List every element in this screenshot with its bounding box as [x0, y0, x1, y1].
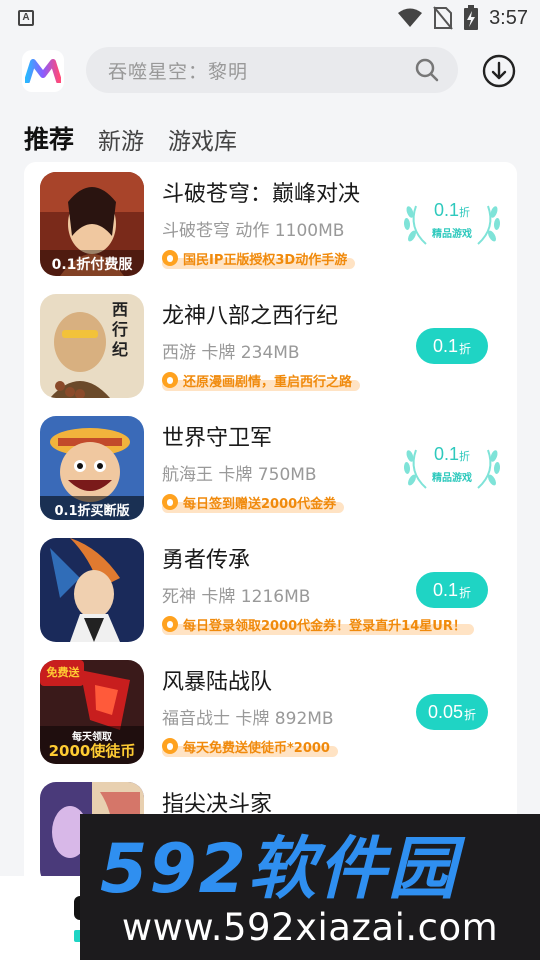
- discount-value: 0.1折: [433, 200, 471, 220]
- game-list: 0.1折付费服 斗破苍穹：巅峰对决 斗破苍穹 动作 1100MB 国民IP正版授…: [24, 162, 517, 922]
- game-icon-image[interactable]: 免费送 每天领取 2000使徒币: [40, 660, 144, 764]
- list-item[interactable]: 西行纪 龙神八部之西行纪 西游 卡牌 234MB 还原漫画剧情，重启西行之路 0…: [24, 284, 517, 406]
- search-icon[interactable]: [414, 57, 440, 83]
- promo-text: 每日签到赠送2000代金券: [183, 496, 337, 512]
- discount-badge[interactable]: 0.1 折: [416, 328, 488, 364]
- game-icon-caption: 2000使徒币: [48, 742, 136, 760]
- flame-icon: [162, 250, 178, 266]
- discount-badge[interactable]: 0.05 折: [416, 694, 488, 730]
- game-icon-caption: 0.1折买断版: [54, 504, 130, 519]
- flame-icon: [162, 372, 178, 388]
- discount-badge-laurel[interactable]: 0.1折 精品游戏: [402, 442, 502, 492]
- list-item[interactable]: 勇者传承 死神 卡牌 1216MB 每日登录领取2000代金券！登录直升14星U…: [24, 528, 517, 650]
- promo-tag: 每日登录领取2000代金券！登录直升14星UR！: [162, 611, 474, 637]
- game-title: 龙神八部之西行纪: [162, 304, 339, 329]
- watermark-url: www.592xiazai.com: [121, 906, 499, 949]
- app-logo-icon: [25, 59, 61, 83]
- promo-tag: 每日签到赠送2000代金券: [162, 489, 345, 515]
- game-meta: 福音战士 卡牌 892MB: [162, 709, 334, 729]
- tab-recommended[interactable]: 推荐: [24, 120, 74, 156]
- tab-new-games[interactable]: 新游: [98, 122, 144, 156]
- game-icon-image[interactable]: 西行纪: [40, 294, 144, 398]
- game-icon-caption: 西行纪: [112, 300, 129, 359]
- watermark-banner: 592软件园 www.592xiazai.com: [80, 814, 540, 960]
- battery-charging-icon: [464, 5, 479, 30]
- category-tabs: 推荐 新游 游戏库: [24, 112, 237, 156]
- clock: 3:57: [489, 6, 528, 29]
- promo-text: 每天免费送使徒币*2000: [183, 740, 330, 756]
- promo-text: 还原漫画剧情，重启西行之路: [183, 374, 353, 390]
- game-icon-image[interactable]: [40, 538, 144, 642]
- game-icon-image[interactable]: 0.1折买断版: [40, 416, 144, 520]
- download-icon[interactable]: [482, 54, 516, 88]
- list-item[interactable]: 0.1折付费服 斗破苍穹：巅峰对决 斗破苍穹 动作 1100MB 国民IP正版授…: [24, 162, 517, 284]
- game-icon-image[interactable]: 0.1折付费服: [40, 172, 144, 276]
- flame-icon: [162, 738, 178, 754]
- top-header: 吞噬星空：黎明: [0, 44, 540, 96]
- promo-text: 国民IP正版授权3D动作手游: [183, 252, 348, 268]
- discount-caption: 精品游戏: [432, 473, 472, 484]
- list-item[interactable]: 免费送 每天领取 2000使徒币 风暴陆战队 福音战士 卡牌 892MB 每天免…: [24, 650, 517, 772]
- app-logo[interactable]: [22, 50, 64, 92]
- search-bar[interactable]: 吞噬星空：黎明: [86, 47, 458, 93]
- game-meta: 死神 卡牌 1216MB: [162, 587, 311, 607]
- game-icon-badge: 免费送: [46, 666, 80, 679]
- game-icon-caption: 0.1折付费服: [51, 257, 133, 273]
- watermark-title: 592软件园: [100, 830, 466, 904]
- no-sim-icon: [433, 6, 453, 30]
- game-title: 斗破苍穹：巅峰对决: [162, 182, 361, 207]
- status-bar: A 3:57: [0, 0, 540, 36]
- game-meta: 斗破苍穹 动作 1100MB: [162, 221, 345, 241]
- watermark-logo: 592软件园: [100, 830, 466, 904]
- game-meta: 航海王 卡牌 750MB: [162, 465, 317, 485]
- wifi-icon: [398, 8, 423, 27]
- discount-badge-laurel[interactable]: 0.1折 精品游戏: [402, 198, 502, 248]
- discount-value: 0.1折: [433, 444, 471, 464]
- game-title: 勇者传承: [162, 548, 251, 573]
- promo-text: 每日登录领取2000代金券！登录直升14星UR！: [183, 618, 466, 634]
- game-title: 世界守卫军: [162, 426, 273, 451]
- list-item[interactable]: 0.1折买断版 世界守卫军 航海王 卡牌 750MB 每日签到赠送2000代金券: [24, 406, 517, 528]
- discount-badge[interactable]: 0.1 折: [416, 572, 488, 608]
- game-meta: 西游 卡牌 234MB: [162, 343, 300, 363]
- promo-tag: 国民IP正版授权3D动作手游: [162, 245, 356, 271]
- search-input[interactable]: 吞噬星空：黎明: [108, 57, 414, 84]
- flame-icon: [162, 616, 178, 632]
- game-title: 风暴陆战队: [162, 670, 273, 695]
- tab-game-library[interactable]: 游戏库: [168, 122, 237, 156]
- notification-app-icon: A: [18, 10, 34, 26]
- flame-icon: [162, 494, 178, 510]
- discount-caption: 精品游戏: [432, 229, 472, 240]
- promo-tag: 还原漫画剧情，重启西行之路: [162, 367, 361, 393]
- game-artwork-icon: [40, 538, 144, 642]
- promo-tag: 每天免费送使徒币*2000: [162, 733, 338, 759]
